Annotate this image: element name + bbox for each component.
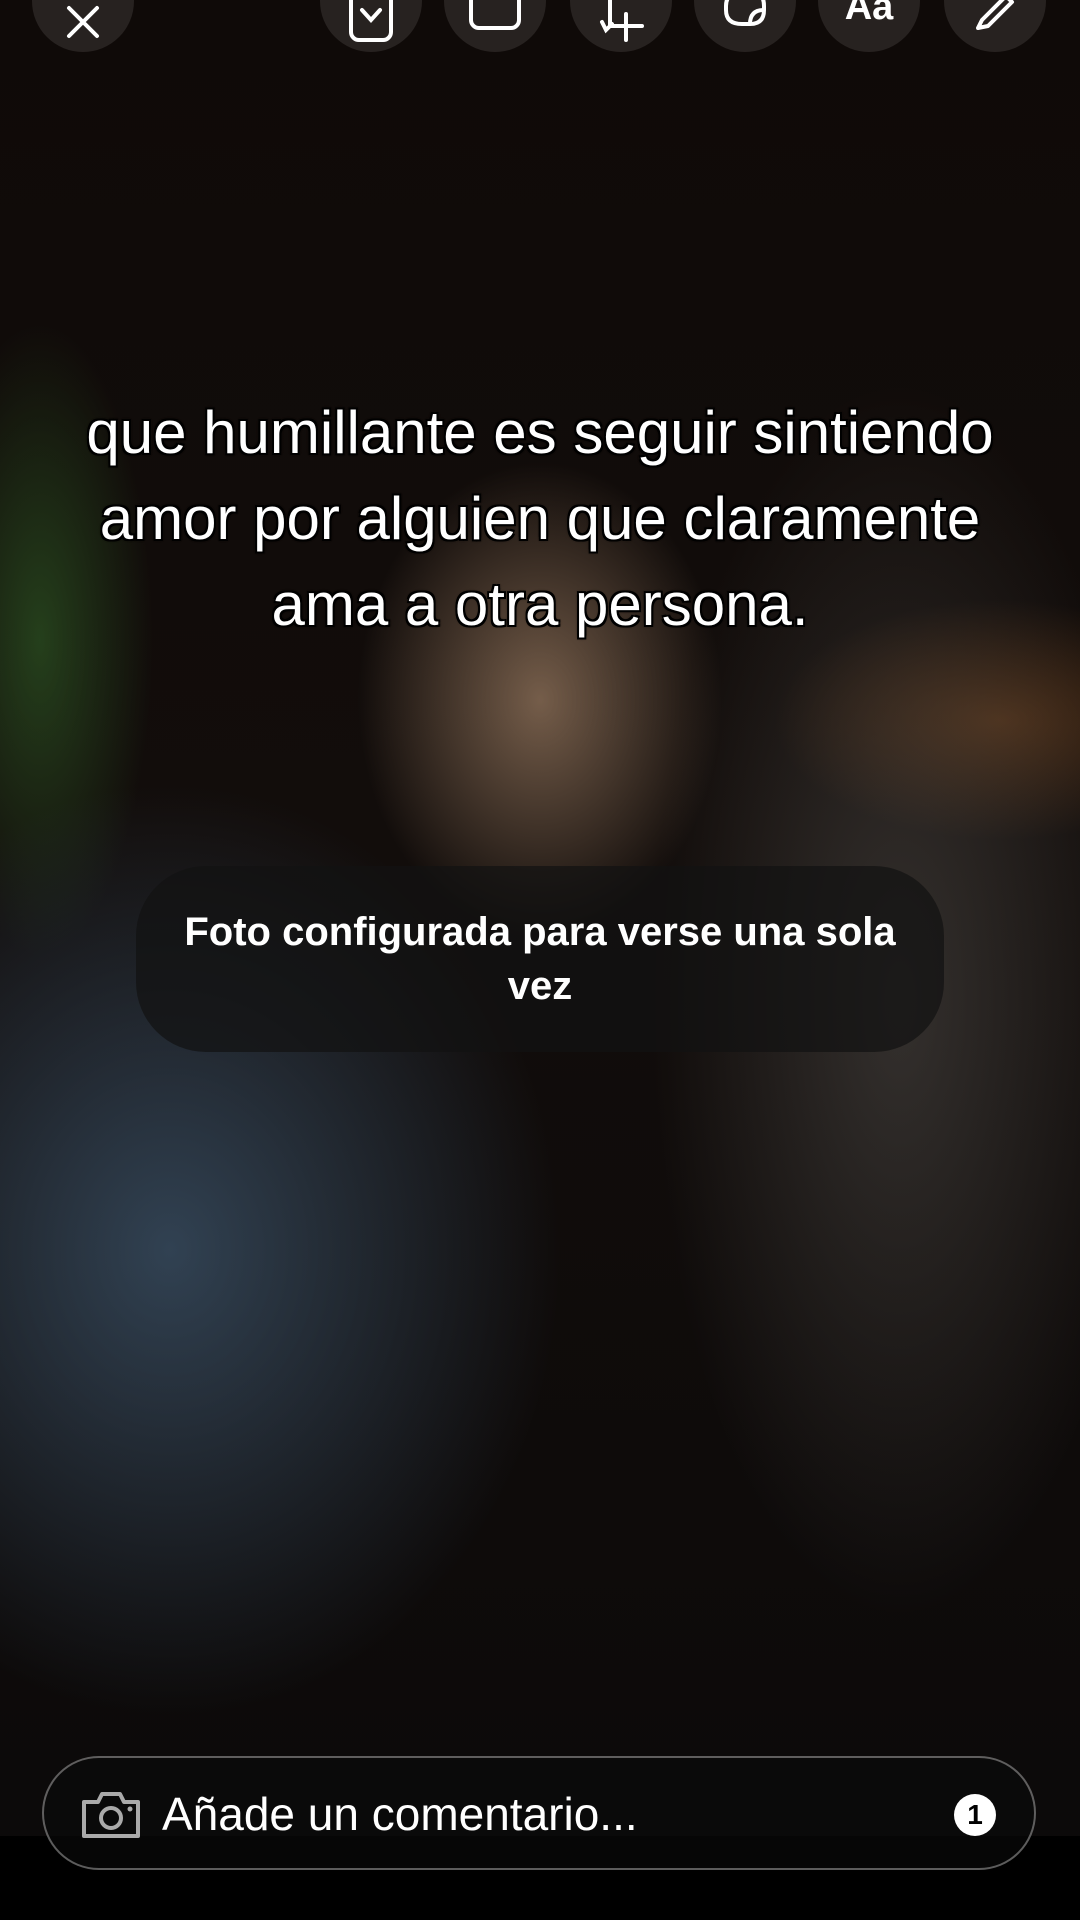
comment-input-bar[interactable]: Añade un comentario... 1 — [42, 1756, 1036, 1870]
draw-button[interactable] — [944, 0, 1046, 52]
sticker-icon — [724, 0, 766, 26]
download-icon — [349, 0, 393, 42]
text-tool-button[interactable]: Aa — [818, 0, 920, 52]
text-tool-label: Aa — [844, 0, 894, 28]
top-toolbar: Aa — [0, 0, 1080, 52]
close-icon — [67, 6, 99, 38]
toast-message: Foto configurada para verse una sola vez — [184, 910, 896, 1008]
hd-icon — [469, 0, 521, 30]
comment-placeholder[interactable]: Añade un comentario... — [162, 1784, 638, 1844]
save-button[interactable] — [320, 0, 422, 52]
story-caption: que humillante es seguir sintiendo amor … — [86, 399, 994, 638]
hd-button[interactable] — [444, 0, 546, 52]
view-once-toast: Foto configurada para verse una sola vez — [136, 866, 944, 1052]
view-count-badge: 1 — [954, 1794, 996, 1836]
crop-button[interactable] — [570, 0, 672, 52]
crop-rotate-icon — [600, 0, 644, 42]
close-button[interactable] — [32, 0, 134, 52]
sticker-button[interactable] — [694, 0, 796, 52]
camera-icon[interactable] — [80, 1790, 142, 1840]
pencil-icon — [976, 0, 1014, 30]
